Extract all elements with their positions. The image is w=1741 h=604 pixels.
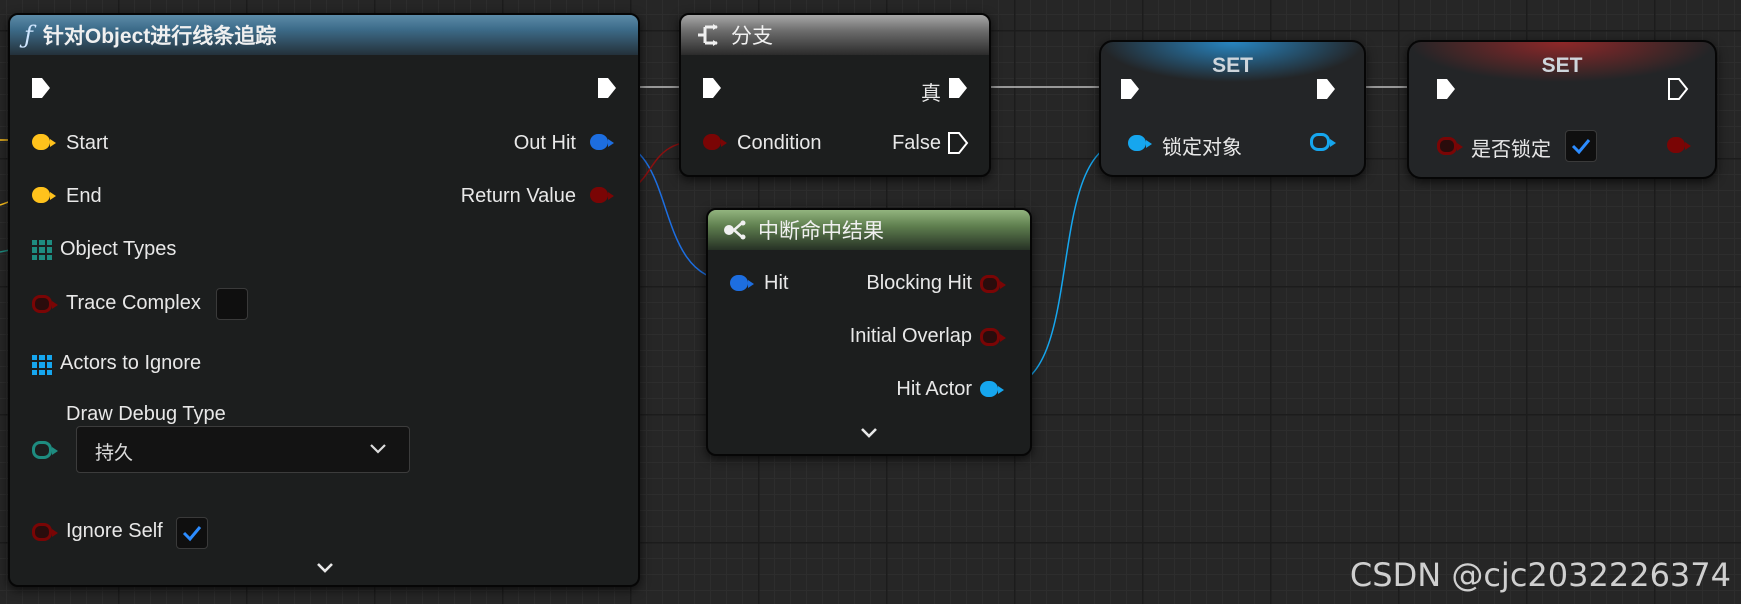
- condition-label: Condition: [737, 132, 822, 154]
- exec-false-pin[interactable]: [947, 131, 969, 155]
- expand-chevron-icon[interactable]: [315, 561, 335, 575]
- chevron-down-icon: [370, 444, 386, 454]
- branch-node[interactable]: 分支 真 Condition False: [679, 13, 991, 177]
- node-title: 分支: [731, 25, 773, 48]
- node-title: SET: [1212, 54, 1253, 77]
- start-label: Start: [66, 132, 109, 154]
- node-title: 中断命中结果: [758, 220, 884, 243]
- initial-overlap-pin[interactable]: [980, 328, 1006, 346]
- actors-to-ignore-label: Actors to Ignore: [60, 352, 202, 374]
- return-value-pin[interactable]: [590, 187, 614, 203]
- locked-input-pin[interactable]: [1437, 137, 1463, 155]
- start-pin[interactable]: [32, 134, 56, 150]
- locked-output-pin[interactable]: [1667, 137, 1691, 153]
- break-hit-result-node[interactable]: 中断命中结果 Hit Blocking Hit Initial Overlap …: [706, 208, 1032, 456]
- exec-true-pin[interactable]: [947, 76, 969, 100]
- locked-variable-label: 是否锁定: [1471, 137, 1551, 161]
- ignore-self-checkbox[interactable]: [176, 517, 208, 549]
- locked-checkbox[interactable]: [1565, 130, 1597, 162]
- exec-out-pin[interactable]: [1315, 77, 1337, 101]
- draw-debug-type-value: 持久: [95, 442, 134, 464]
- branch-icon: [698, 24, 718, 46]
- condition-pin[interactable]: [703, 134, 727, 150]
- draw-debug-type-dropdown[interactable]: 持久: [76, 426, 410, 473]
- false-label: False: [892, 132, 941, 154]
- blocking-hit-pin[interactable]: [980, 275, 1006, 293]
- exec-in-pin[interactable]: [701, 76, 723, 100]
- hit-pin[interactable]: [730, 275, 754, 291]
- break-struct-icon: [724, 220, 746, 240]
- out-hit-pin[interactable]: [590, 134, 614, 150]
- target-output-pin[interactable]: [1310, 133, 1336, 151]
- target-input-pin[interactable]: [1128, 135, 1152, 151]
- branch-header[interactable]: 分支: [681, 15, 989, 55]
- checkmark-icon: [1571, 139, 1591, 155]
- trace-complex-pin[interactable]: [32, 295, 58, 313]
- node-title: 针对Object进行线条追踪: [42, 25, 277, 48]
- out-hit-label: Out Hit: [513, 132, 576, 154]
- trace-complex-label: Trace Complex: [66, 292, 201, 314]
- actors-to-ignore-array-icon[interactable]: [32, 355, 52, 375]
- draw-debug-type-pin[interactable]: [32, 441, 58, 459]
- set-locked-node[interactable]: SET 是否锁定: [1407, 40, 1717, 179]
- object-types-label: Object Types: [60, 238, 177, 260]
- hit-label: Hit: [764, 272, 789, 294]
- set-target-node[interactable]: SET 锁定对象: [1099, 40, 1366, 177]
- true-label: 真: [921, 81, 941, 105]
- initial-overlap-label: Initial Overlap: [849, 325, 972, 347]
- trace-complex-checkbox[interactable]: [216, 288, 248, 320]
- ignore-self-label: Ignore Self: [66, 520, 163, 542]
- exec-in-pin[interactable]: [1119, 77, 1141, 101]
- blocking-hit-label: Blocking Hit: [866, 272, 972, 294]
- end-pin[interactable]: [32, 187, 56, 203]
- hit-actor-pin[interactable]: [980, 381, 1004, 397]
- checkmark-icon: [182, 526, 202, 542]
- expand-chevron-icon[interactable]: [859, 426, 879, 440]
- end-label: End: [66, 185, 102, 207]
- object-types-array-icon[interactable]: [32, 240, 52, 260]
- function-icon: ƒ: [24, 21, 33, 49]
- break-hit-header[interactable]: 中断命中结果: [708, 210, 1030, 250]
- exec-out-pin[interactable]: [1667, 77, 1689, 101]
- watermark: CSDN @cjc2032226374: [1349, 556, 1731, 594]
- exec-in-pin[interactable]: [30, 76, 52, 100]
- exec-in-pin[interactable]: [1435, 77, 1457, 101]
- return-value-label: Return Value: [460, 185, 576, 207]
- line-trace-header[interactable]: ƒ 针对Object进行线条追踪: [10, 15, 638, 55]
- target-variable-label: 锁定对象: [1162, 135, 1242, 159]
- ignore-self-pin[interactable]: [32, 523, 58, 541]
- draw-debug-type-label: Draw Debug Type: [66, 403, 226, 425]
- line-trace-node[interactable]: ƒ 针对Object进行线条追踪 Start End Object Types …: [8, 13, 640, 587]
- hit-actor-label: Hit Actor: [896, 378, 972, 400]
- node-title: SET: [1541, 54, 1583, 77]
- exec-out-pin[interactable]: [596, 76, 618, 100]
